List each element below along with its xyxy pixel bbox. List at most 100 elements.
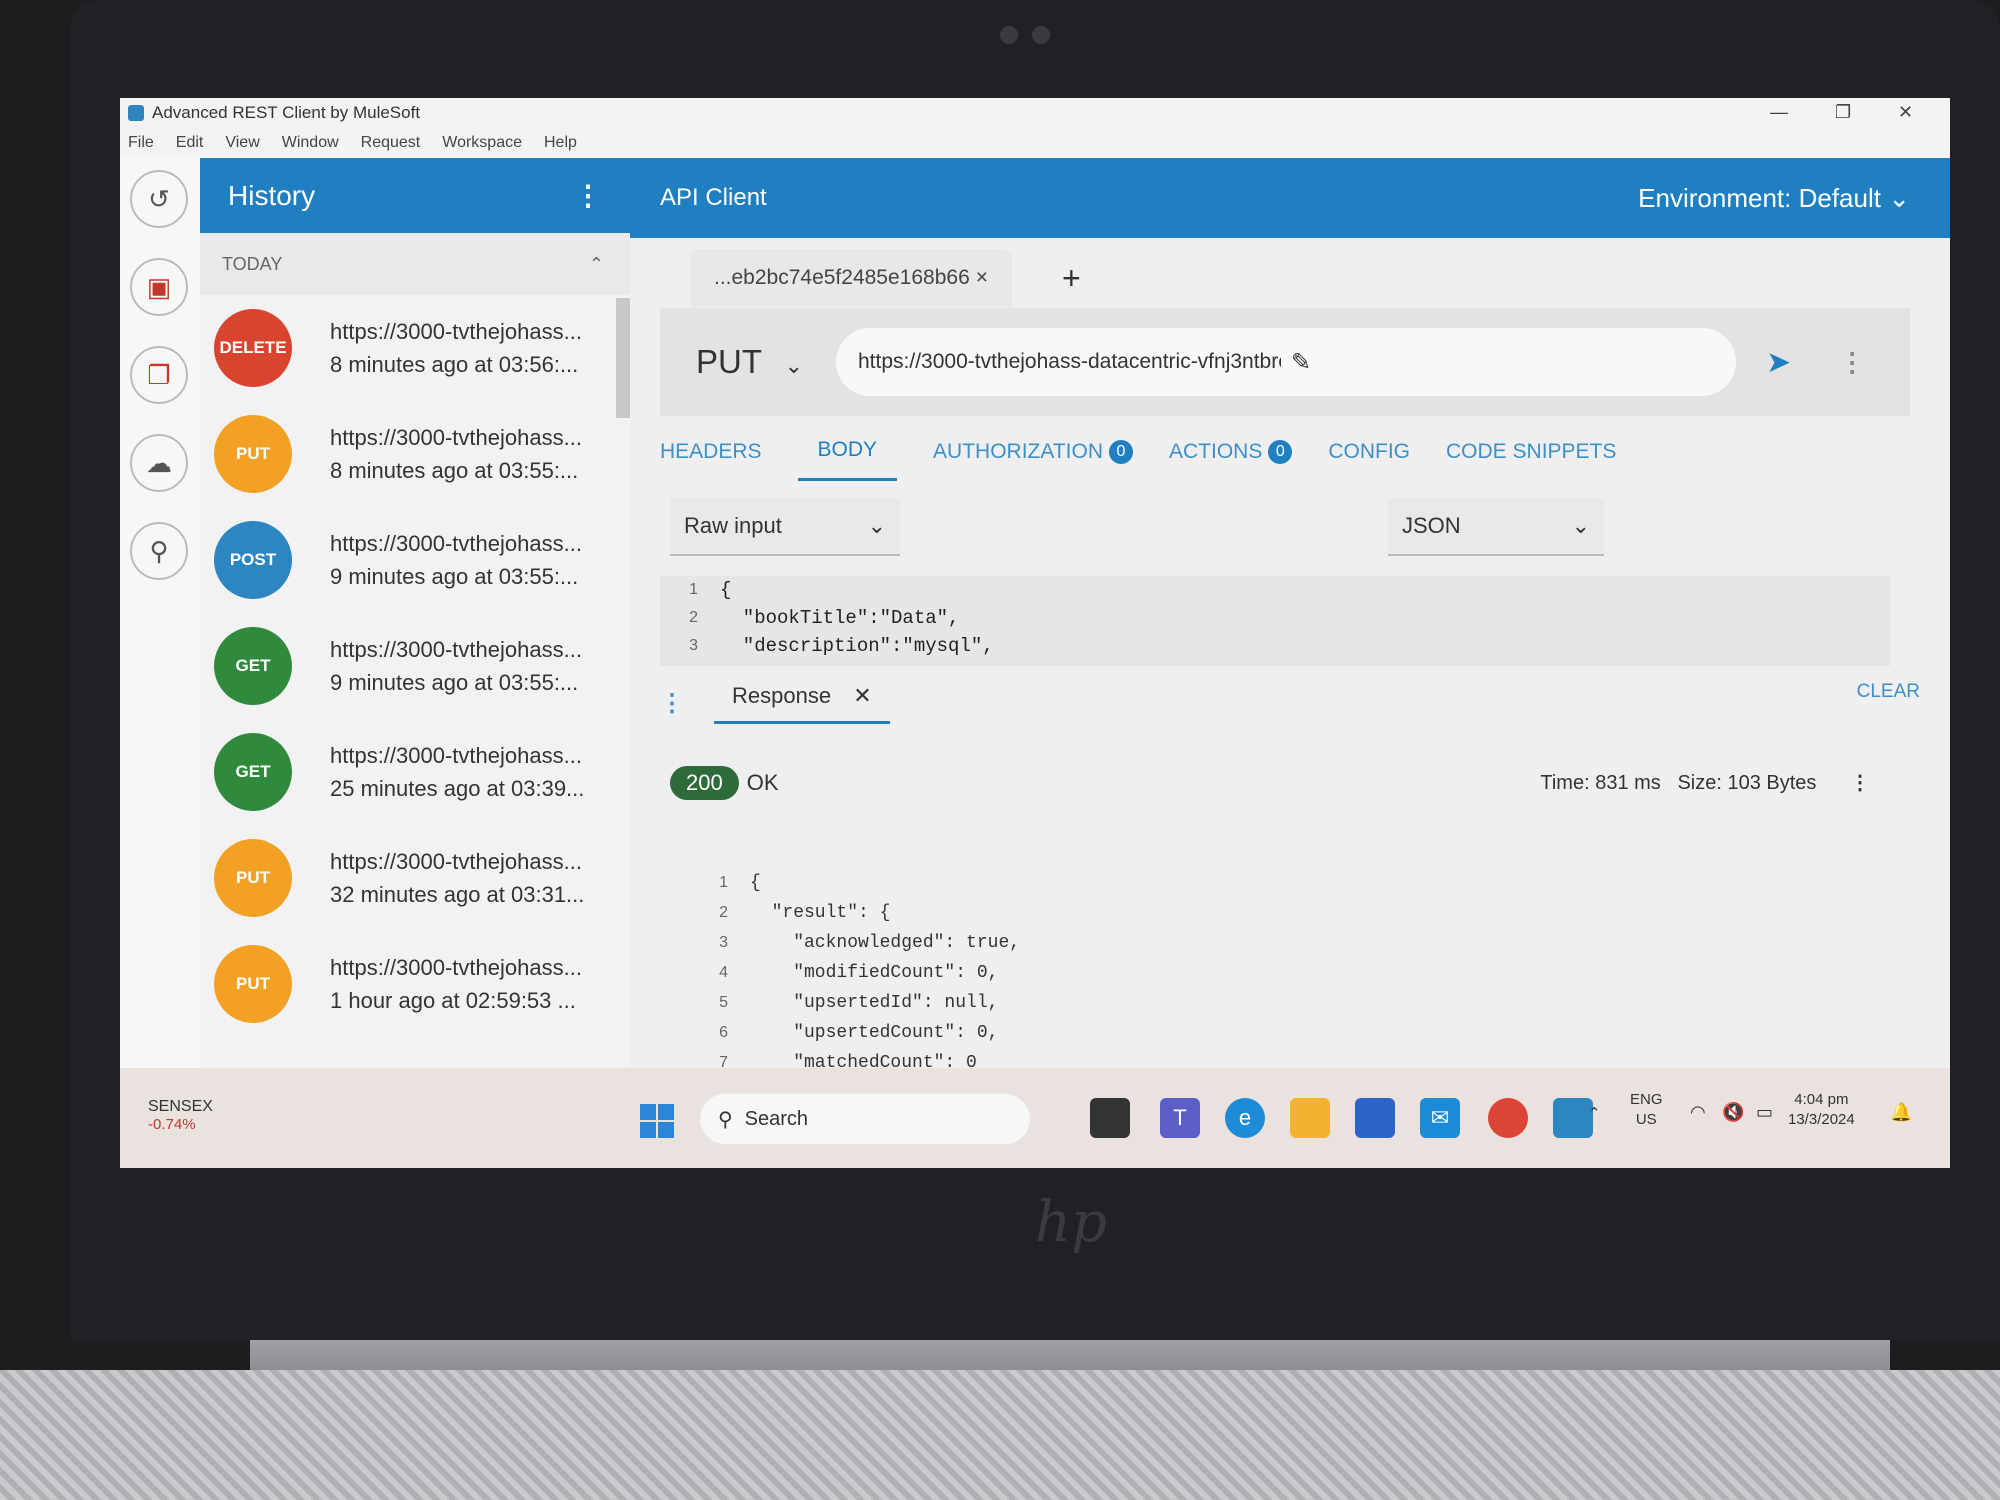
more-options-icon[interactable]: ⋮ xyxy=(1839,347,1865,378)
search-icon: ⚲ xyxy=(718,1108,733,1131)
history-group-today[interactable]: TODAY ⌃ xyxy=(200,233,630,295)
method-selector[interactable]: PUT ⌄ xyxy=(696,343,836,381)
environment-selector[interactable]: Environment: Default ⌄ xyxy=(1638,183,1910,214)
tab-authorization[interactable]: AUTHORIZATION 0 xyxy=(933,438,1133,481)
title-bar: Advanced REST Client by MuleSoft — ❐ ✕ xyxy=(120,98,1950,128)
battery-icon[interactable]: ▭ xyxy=(1756,1102,1773,1122)
projects-icon[interactable]: ❐ xyxy=(130,346,188,404)
history-menu-icon[interactable]: ⋮ xyxy=(574,179,602,212)
saved-icon[interactable]: ▣ xyxy=(130,258,188,316)
url-input[interactable]: https://3000-tvthejohass-datacentric-vfn… xyxy=(836,328,1736,396)
history-item[interactable]: PUT https://3000-tvthejohass... 8 minutes … xyxy=(200,401,630,507)
body-editor[interactable]: 1{2 "bookTitle":"Data", 3 "description":"… xyxy=(660,576,1890,666)
content-type-select[interactable]: JSON ⌄ xyxy=(1388,498,1604,556)
language-indicator[interactable]: ENG US xyxy=(1630,1090,1663,1130)
close-response-icon[interactable]: ✕ xyxy=(853,683,871,708)
menu-window[interactable]: Window xyxy=(282,134,339,152)
line-number: 1 xyxy=(689,581,698,598)
method-badge: DELETE xyxy=(214,309,292,387)
restore-icon[interactable]: ❐ xyxy=(1835,102,1851,123)
edit-icon[interactable]: ✎ xyxy=(1291,348,1714,377)
close-tab-icon[interactable]: × xyxy=(976,266,988,290)
arc-app-icon[interactable] xyxy=(1553,1098,1593,1138)
code-line: 1{ xyxy=(660,576,1890,604)
cloud-icon[interactable]: ☁ xyxy=(130,434,188,492)
history-panel: History ⋮ TODAY ⌃ DELETE https://3000-tvt… xyxy=(200,158,630,1068)
response-tab-label: Response xyxy=(732,682,832,708)
history-item-url: https://3000-tvthejohass... xyxy=(330,955,582,980)
send-icon[interactable]: ➤ xyxy=(1766,345,1791,380)
collapse-icon[interactable]: ⌃ xyxy=(589,254,604,275)
editor-mode-value: Raw input xyxy=(684,513,782,538)
request-tab[interactable]: ...eb2bc74e5f2485e168b66 × xyxy=(690,249,1013,307)
request-subtabs: HEADERS BODY AUTHORIZATION 0 ACTIONS 0 C… xyxy=(660,438,1616,481)
edge-icon[interactable]: e xyxy=(1225,1098,1265,1138)
tab-headers[interactable]: HEADERS xyxy=(660,438,762,481)
response-meta: Time: 831 ms Size: 103 Bytes ⋮ xyxy=(1540,770,1870,795)
clock-time: 4:04 pm xyxy=(1794,1091,1849,1108)
line-number: 5 xyxy=(719,994,728,1011)
response-header: ⋮ Response ✕ CLEAR xyxy=(660,673,1920,733)
task-view-icon[interactable] xyxy=(1090,1098,1130,1138)
code-line: 3 "description":"mysql", xyxy=(660,632,1890,660)
line-text: "upsertedId": null, xyxy=(750,993,999,1013)
main-title: API Client xyxy=(660,184,767,211)
camera-sensor-icon xyxy=(1032,26,1050,44)
window-title: Advanced REST Client by MuleSoft xyxy=(152,103,421,122)
wifi-icon[interactable]: ◠ xyxy=(1690,1102,1706,1122)
line-text: "upsertedCount": 0, xyxy=(750,1023,999,1043)
line-text: "acknowledged": true, xyxy=(750,933,1021,953)
ticker-widget[interactable]: SENSEX -0.74% xyxy=(148,1098,213,1133)
menu-workspace[interactable]: Workspace xyxy=(442,134,522,152)
store-icon[interactable] xyxy=(1355,1098,1395,1138)
lang-top: ENG xyxy=(1630,1091,1663,1108)
history-item-time: 25 minutes ago at 03:39... xyxy=(330,776,585,801)
response-more-icon[interactable]: ⋮ xyxy=(1850,772,1870,794)
code-line: 1{ xyxy=(690,868,1890,898)
teams-icon[interactable]: T xyxy=(1160,1098,1200,1138)
response-menu-icon[interactable]: ⋮ xyxy=(660,689,684,718)
tab-actions[interactable]: ACTIONS 0 xyxy=(1169,438,1293,481)
mail-icon[interactable]: ✉ xyxy=(1420,1098,1460,1138)
add-tab-button[interactable]: + xyxy=(1062,260,1081,297)
history-item[interactable]: PUT https://3000-tvthejohass... 1 hour ago… xyxy=(200,931,630,1037)
response-body: 1{2 "result": {3 "acknowledged": true, 4 … xyxy=(690,868,1890,1068)
tab-code-snippets[interactable]: CODE SNIPPETS xyxy=(1446,438,1616,481)
history-item-url: https://3000-tvthejohass... xyxy=(330,637,582,662)
tray-overflow-icon[interactable]: ⌃ xyxy=(1588,1104,1601,1124)
menu-view[interactable]: View xyxy=(225,134,259,152)
tab-actions-label: ACTIONS xyxy=(1169,439,1263,463)
menu-edit[interactable]: Edit xyxy=(176,134,204,152)
history-scrollbar[interactable] xyxy=(616,298,630,418)
tab-body[interactable]: BODY xyxy=(797,438,898,481)
history-icon[interactable]: ↺ xyxy=(130,170,188,228)
history-item[interactable]: POST https://3000-tvthejohass... 9 minutes… xyxy=(200,507,630,613)
volume-muted-icon[interactable]: 🔇 xyxy=(1722,1102,1744,1122)
file-explorer-icon[interactable] xyxy=(1290,1098,1330,1138)
history-item[interactable]: DELETE https://3000-tvthejohass... 8 minut… xyxy=(200,295,630,401)
menu-file[interactable]: File xyxy=(128,134,154,152)
menu-request[interactable]: Request xyxy=(361,134,421,152)
line-number: 2 xyxy=(689,609,698,626)
windows-start-icon[interactable] xyxy=(640,1104,674,1138)
chevron-down-icon: ⌄ xyxy=(867,513,886,538)
clock[interactable]: 4:04 pm 13/3/2024 xyxy=(1788,1090,1855,1130)
close-window-icon[interactable]: ✕ xyxy=(1898,102,1913,123)
editor-mode-select[interactable]: Raw input ⌄ xyxy=(670,498,900,556)
minimize-icon[interactable]: — xyxy=(1770,102,1788,123)
chrome-icon[interactable] xyxy=(1488,1098,1528,1138)
tab-config[interactable]: CONFIG xyxy=(1328,438,1410,481)
clear-button[interactable]: CLEAR xyxy=(1857,681,1920,703)
taskbar-search[interactable]: ⚲ Search xyxy=(700,1094,1030,1144)
code-line: 4 "modifiedCount": 0, xyxy=(690,958,1890,988)
history-item[interactable]: GET https://3000-tvthejohass... 25 minutes… xyxy=(200,719,630,825)
menu-help[interactable]: Help xyxy=(544,134,577,152)
search-icon[interactable]: ⚲ xyxy=(130,522,188,580)
history-item[interactable]: GET https://3000-tvthejohass... 9 minutes … xyxy=(200,613,630,719)
notification-bell-icon[interactable]: 🔔 xyxy=(1890,1102,1912,1122)
nav-rail: ↺ ▣ ❐ ☁ ⚲ xyxy=(120,158,200,1068)
code-line: 3 "acknowledged": true, xyxy=(690,928,1890,958)
response-tab[interactable]: Response ✕ xyxy=(714,683,890,724)
history-item[interactable]: PUT https://3000-tvthejohass... 32 minutes… xyxy=(200,825,630,931)
taskbar: SENSEX -0.74% ⚲ Search T e ✉ ⌃ ENG US ◠ … xyxy=(120,1068,1950,1168)
